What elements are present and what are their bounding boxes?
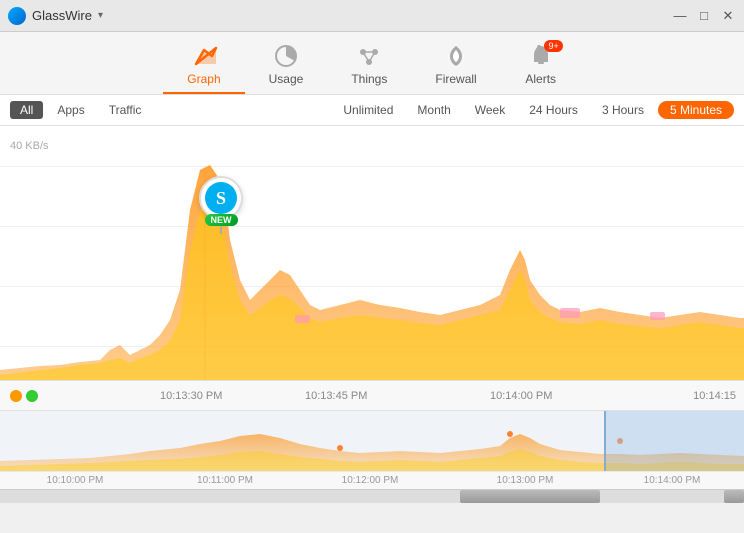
title-bar: GlassWire ▾ — □ ✕ xyxy=(0,0,744,32)
close-button[interactable]: ✕ xyxy=(720,8,736,24)
tab-alerts[interactable]: 9+ Alerts xyxy=(501,38,581,94)
title-chevron[interactable]: ▾ xyxy=(98,10,103,21)
graph-icon xyxy=(190,42,218,70)
filter-bar: All Apps Traffic Unlimited Month Week 24… xyxy=(0,95,744,126)
time-1415: 10:14:15 xyxy=(693,390,736,402)
nav-tabs: Graph Usage Things xyxy=(0,32,744,95)
scrollbar-thumb[interactable] xyxy=(460,490,600,503)
app-popup[interactable]: S NEW xyxy=(195,176,247,236)
tab-firewall[interactable]: Firewall xyxy=(411,38,500,94)
skype-icon: S xyxy=(205,182,237,214)
time-week[interactable]: Week xyxy=(465,101,515,119)
filter-traffic[interactable]: Traffic xyxy=(99,101,152,119)
tab-graph[interactable]: Graph xyxy=(163,38,244,94)
tab-things-label: Things xyxy=(351,72,387,86)
minimize-button[interactable]: — xyxy=(672,8,688,24)
mini-time-2: 10:11:00 PM xyxy=(197,475,253,486)
tab-things[interactable]: Things xyxy=(327,38,411,94)
tab-usage-label: Usage xyxy=(269,72,304,86)
maximize-button[interactable]: □ xyxy=(696,8,712,24)
chart-svg xyxy=(0,150,744,380)
tab-usage[interactable]: Usage xyxy=(245,38,328,94)
app-logo xyxy=(8,7,26,25)
time-3h[interactable]: 3 Hours xyxy=(592,101,654,119)
mini-time-labels: 10:10:00 PM 10:11:00 PM 10:12:00 PM 10:1… xyxy=(0,471,744,489)
timeline-bar: 10:13:30 PM 10:13:45 PM 10:14:00 PM 10:1… xyxy=(0,381,744,411)
main-chart: 40 KB/s S NEW xyxy=(0,126,744,381)
scrollbar-right-thumb[interactable] xyxy=(724,490,744,503)
tab-graph-label: Graph xyxy=(187,72,220,86)
title-bar-controls: — □ ✕ xyxy=(672,8,736,24)
title-bar-left: GlassWire ▾ xyxy=(8,7,103,25)
new-badge: NEW xyxy=(205,214,238,226)
mini-time-3: 10:12:00 PM xyxy=(342,475,399,486)
app-name: GlassWire xyxy=(32,8,92,23)
time-5min[interactable]: 5 Minutes xyxy=(658,101,734,119)
usage-icon xyxy=(272,42,300,70)
mini-time-1: 10:10:00 PM xyxy=(47,475,104,486)
mini-time-5: 10:14:00 PM xyxy=(644,475,701,486)
time-1345: 10:13:45 PM xyxy=(305,390,367,402)
filter-all[interactable]: All xyxy=(10,101,43,119)
time-month[interactable]: Month xyxy=(407,101,460,119)
mini-time-4: 10:13:00 PM xyxy=(497,475,554,486)
dot-orange xyxy=(10,390,22,402)
tab-alerts-label: Alerts xyxy=(525,72,556,86)
firewall-icon xyxy=(442,42,470,70)
alerts-badge: 9+ xyxy=(544,40,562,52)
scrollbar-track xyxy=(0,489,744,503)
tab-firewall-label: Firewall xyxy=(435,72,476,86)
time-24h[interactable]: 24 Hours xyxy=(519,101,588,119)
mini-chart xyxy=(0,411,744,471)
filter-apps[interactable]: Apps xyxy=(47,101,94,119)
popup-stem xyxy=(220,226,222,234)
time-1330: 10:13:30 PM xyxy=(160,390,222,402)
dot-green xyxy=(26,390,38,402)
things-icon xyxy=(355,42,383,70)
mini-selection[interactable] xyxy=(604,411,744,471)
time-unlimited[interactable]: Unlimited xyxy=(333,101,403,119)
time-1400: 10:14:00 PM xyxy=(490,390,552,402)
